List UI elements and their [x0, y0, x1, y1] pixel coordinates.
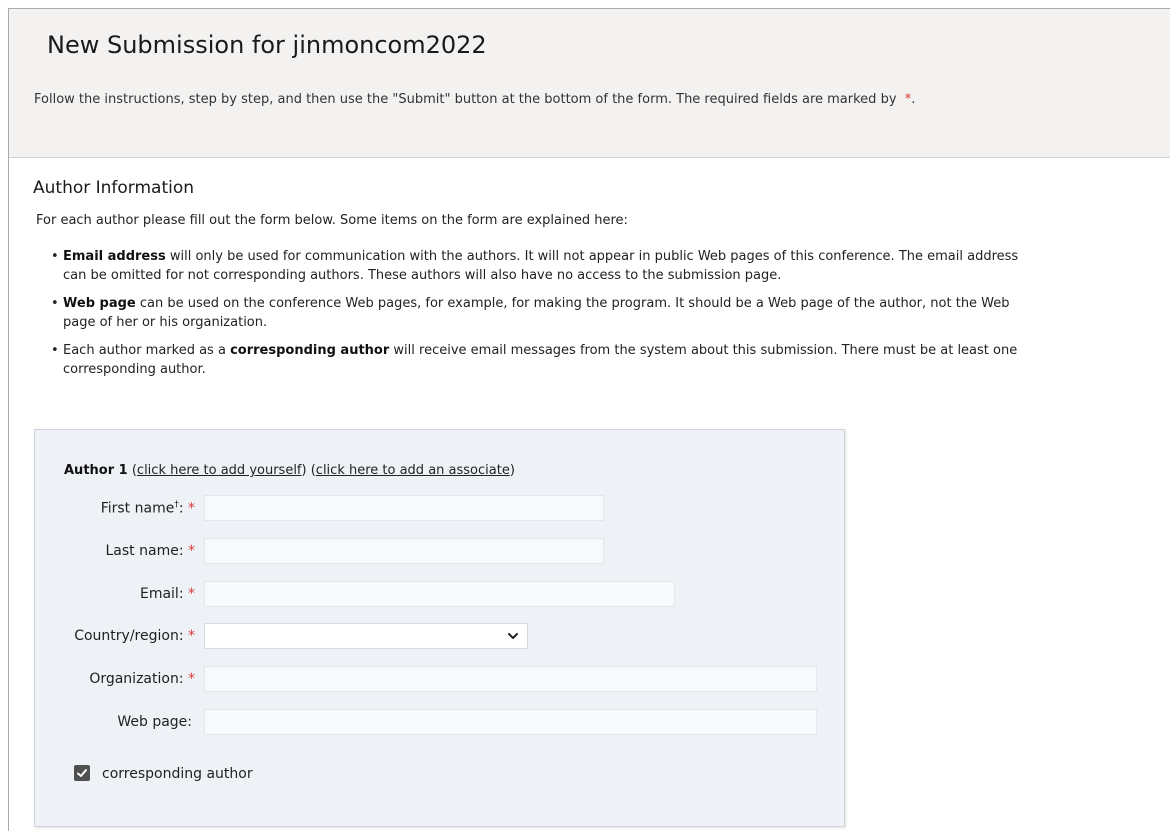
organization-label-wrap: Organization: *	[35, 666, 195, 692]
email-field[interactable]	[204, 581, 675, 607]
explanation-term: Web page	[63, 296, 136, 311]
organization-label: Organization: *	[89, 671, 195, 687]
instructions-end: .	[911, 92, 916, 107]
country-label: Country/region: *	[74, 628, 195, 644]
checkmark-icon	[77, 769, 87, 777]
section-title-author-information: Author Information	[33, 178, 195, 198]
explanation-text: will only be used for communication with…	[63, 249, 1019, 283]
required-marker: *	[188, 543, 195, 559]
required-marker: *	[188, 586, 195, 602]
last-name-label: Last name: *	[105, 543, 196, 559]
last-name-field[interactable]	[204, 538, 604, 564]
explanation-term: Email address	[63, 249, 166, 264]
add-associate-link[interactable]: click here to add an associate	[316, 463, 510, 478]
first-name-label: First name†: *	[100, 500, 195, 517]
instructions-text: Follow the instructions, step by step, a…	[34, 90, 994, 110]
corresponding-author-label[interactable]: corresponding author	[102, 766, 253, 782]
web-page-field[interactable]	[204, 709, 817, 735]
page-title: New Submission for jinmoncom2022	[47, 31, 487, 59]
first-name-label-wrap: First name†: *	[35, 495, 195, 521]
last-name-label-wrap: Last name: *	[35, 538, 196, 564]
author-1-form: Author 1 (click here to add yourself) (c…	[34, 429, 845, 827]
required-marker: *	[188, 628, 195, 644]
author-number: Author 1	[64, 463, 128, 478]
explanation-prefix: Each author marked as a	[63, 343, 231, 358]
explanation-term: corresponding author	[230, 343, 390, 358]
chevron-down-icon	[508, 633, 518, 639]
explanation-list: • Email address will only be used for com…	[48, 247, 1038, 388]
required-marker: *	[188, 671, 195, 687]
email-label: Email: *	[139, 586, 195, 602]
author-heading: Author 1 (click here to add yourself) (c…	[64, 463, 515, 478]
required-marker: *	[188, 500, 195, 517]
explanation-item-web-page: • Web page can be used on the conference …	[51, 296, 1010, 330]
corresponding-author-checkbox[interactable]	[74, 765, 90, 781]
web-page-label: Web page:	[117, 714, 192, 730]
page-header: New Submission for jinmoncom2022 Follow …	[9, 9, 1170, 158]
author-info-intro: For each author please fill out the form…	[36, 213, 628, 228]
explanation-item-corresponding: • Each author marked as a corresponding a…	[51, 343, 1018, 377]
organization-field[interactable]	[204, 666, 817, 692]
web-page-label-wrap: Web page:	[35, 709, 192, 735]
first-name-field[interactable]	[204, 495, 604, 521]
email-label-wrap: Email: *	[35, 581, 195, 607]
add-yourself-link[interactable]: click here to add yourself	[137, 463, 302, 478]
instructions-body: Follow the instructions, step by step, a…	[34, 92, 897, 107]
country-select[interactable]	[204, 623, 528, 649]
explanation-text: can be used on the conference Web pages,…	[63, 296, 1010, 330]
explanation-item-email: • Email address will only be used for com…	[51, 249, 1019, 283]
country-label-wrap: Country/region: *	[35, 623, 195, 649]
